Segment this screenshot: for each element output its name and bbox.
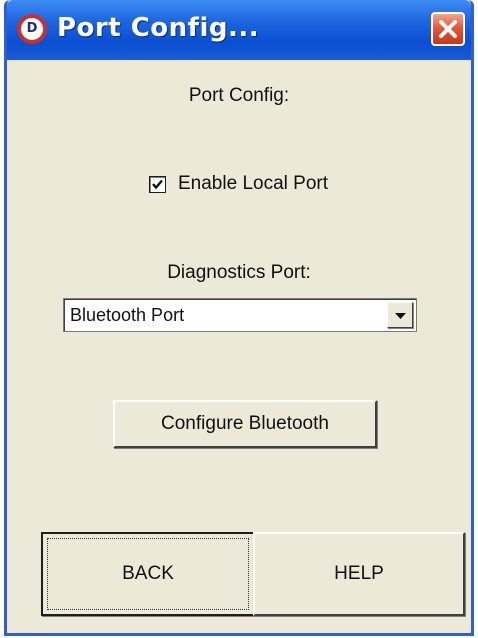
configure-bluetooth-button[interactable]: Configure Bluetooth — [113, 400, 377, 448]
enable-local-port-label: Enable Local Port — [178, 173, 328, 194]
enable-local-port-checkbox[interactable]: Enable Local Port — [149, 172, 328, 196]
window-title: Port Config... — [57, 13, 260, 43]
help-button[interactable]: HELP — [253, 532, 465, 616]
close-icon — [439, 20, 457, 38]
diagnostics-port-value: Bluetooth Port — [70, 305, 185, 325]
dropdown-button[interactable] — [387, 302, 413, 328]
chevron-down-icon — [395, 313, 406, 319]
checkmark-icon — [152, 179, 163, 189]
diagnostics-port-label: Diagnostics Port: — [167, 262, 311, 283]
diagnostics-port-select[interactable]: Bluetooth Port — [63, 298, 417, 332]
port-config-heading: Port Config: — [188, 85, 290, 106]
close-button[interactable] — [431, 12, 465, 46]
checkbox-box[interactable] — [149, 175, 166, 193]
title-bar[interactable]: D Port Config... — [7, 0, 471, 60]
app-logo-icon: D — [17, 14, 47, 44]
port-config-dialog: D Port Config... Port Config: Enable Loc… — [4, 0, 474, 636]
back-button[interactable]: BACK — [41, 532, 255, 616]
